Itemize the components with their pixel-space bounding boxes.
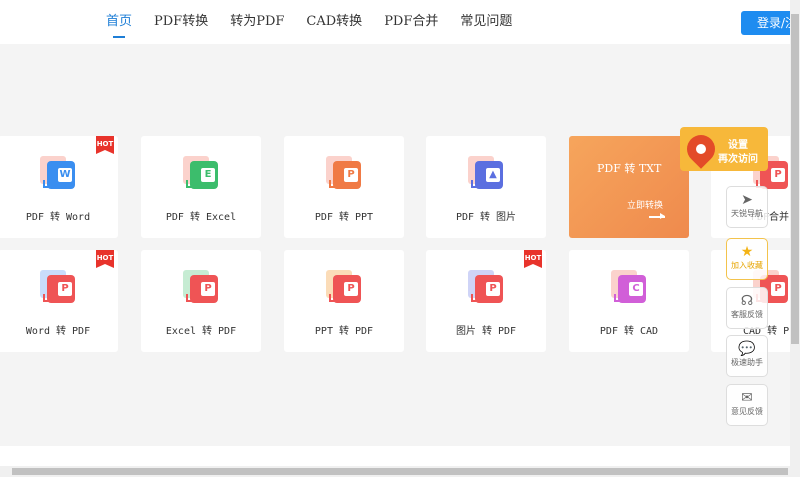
nav-home[interactable]: 首页 (106, 0, 132, 44)
vertical-scrollbar[interactable] (790, 0, 800, 477)
feedback-button[interactable]: ✉ 意见反馈 (726, 384, 768, 426)
vertical-scroll-thumb[interactable] (791, 14, 799, 344)
card-pdf-to-ppt[interactable]: P PDF 转 PPT (284, 136, 404, 238)
navigation-label: 天锐导航 (731, 209, 763, 218)
mail-icon: ✉ (741, 390, 753, 406)
card-label: PDF 转 图片 (455, 212, 517, 223)
add-favorite-button[interactable]: ★ 加入收藏 (726, 238, 768, 280)
horizontal-scrollbar[interactable] (0, 466, 790, 477)
chat-icon: 💬 (738, 341, 756, 357)
service-label: 客服反馈 (731, 310, 763, 319)
navigation-button[interactable]: ➤ 天锐导航 (726, 186, 768, 228)
card-label: PDF 转 Word (25, 212, 91, 223)
word-doc-icon: W (40, 156, 76, 192)
card-label: PDF 转 PPT (314, 212, 374, 223)
location-pin-icon (681, 129, 721, 169)
hot-badge: HOT (96, 136, 114, 154)
headset-icon: ☊ (740, 293, 754, 309)
card-pdf-to-excel[interactable]: E PDF 转 Excel (141, 136, 261, 238)
card-label: Excel 转 PDF (165, 326, 237, 337)
main-nav: 首页 PDF转换 转为PDF CAD转换 PDF合并 常见问题 (106, 0, 534, 44)
card-word-to-pdf[interactable]: HOT P Word 转 PDF (0, 250, 118, 352)
promo-title: PDF 转 TXT (597, 162, 662, 175)
hot-badge: HOT (524, 250, 542, 268)
setting-line1: 设置 (728, 140, 748, 151)
content-footer-strip (0, 446, 790, 466)
nav-faq[interactable]: 常见问题 (460, 0, 512, 44)
card-label: PDF 转 CAD (599, 326, 659, 337)
ppt-doc-icon: P (326, 156, 362, 192)
assistant-button[interactable]: 💬 极速助手 (726, 335, 768, 377)
top-nav-bar: 首页 PDF转换 转为PDF CAD转换 PDF合并 常见问题 登录/注册 (0, 0, 800, 44)
card-pdf-to-word[interactable]: HOT W PDF 转 Word (0, 136, 118, 238)
promo-pdf-to-txt[interactable]: PDF 转 TXT 立即转换 (569, 136, 689, 238)
card-ppt-to-pdf[interactable]: P PPT 转 PDF (284, 250, 404, 352)
nav-cad-convert[interactable]: CAD转换 (306, 0, 362, 44)
card-label: PDF 转 Excel (165, 212, 237, 223)
assistant-label: 极速助手 (731, 358, 763, 367)
customer-service-button[interactable]: ☊ 客服反馈 (726, 287, 768, 329)
cad-doc-icon: C (611, 270, 647, 306)
arrow-right-icon (649, 213, 665, 219)
card-label: Word 转 PDF (25, 326, 91, 337)
star-icon: ★ (740, 244, 754, 260)
setting-line2: 再次访问 (718, 154, 758, 165)
card-pdf-to-image[interactable]: ▲ PDF 转 图片 (426, 136, 546, 238)
set-revisit-button[interactable]: 设置 再次访问 (680, 127, 768, 171)
favorite-label: 加入收藏 (731, 261, 763, 270)
nav-to-pdf[interactable]: 转为PDF (230, 0, 284, 44)
pdf-doc-icon: P (468, 270, 504, 306)
card-excel-to-pdf[interactable]: P Excel 转 PDF (141, 250, 261, 352)
feedback-label: 意见反馈 (731, 407, 763, 416)
pdf-doc-icon: P (40, 270, 76, 306)
nav-pdf-merge[interactable]: PDF合并 (384, 0, 438, 44)
excel-doc-icon: E (183, 156, 219, 192)
card-label: PPT 转 PDF (314, 326, 374, 337)
nav-pdf-convert[interactable]: PDF转换 (154, 0, 208, 44)
promo-action: 立即转换 (627, 201, 664, 211)
hot-badge: HOT (96, 250, 114, 268)
card-pdf-to-cad[interactable]: C PDF 转 CAD (569, 250, 689, 352)
card-image-to-pdf[interactable]: HOT P 图片 转 PDF (426, 250, 546, 352)
image-doc-icon: ▲ (468, 156, 504, 192)
pdf-doc-icon: P (326, 270, 362, 306)
card-label: 图片 转 PDF (455, 326, 517, 337)
pdf-doc-icon: P (183, 270, 219, 306)
send-icon: ➤ (741, 192, 753, 208)
horizontal-scroll-thumb[interactable] (12, 468, 788, 475)
